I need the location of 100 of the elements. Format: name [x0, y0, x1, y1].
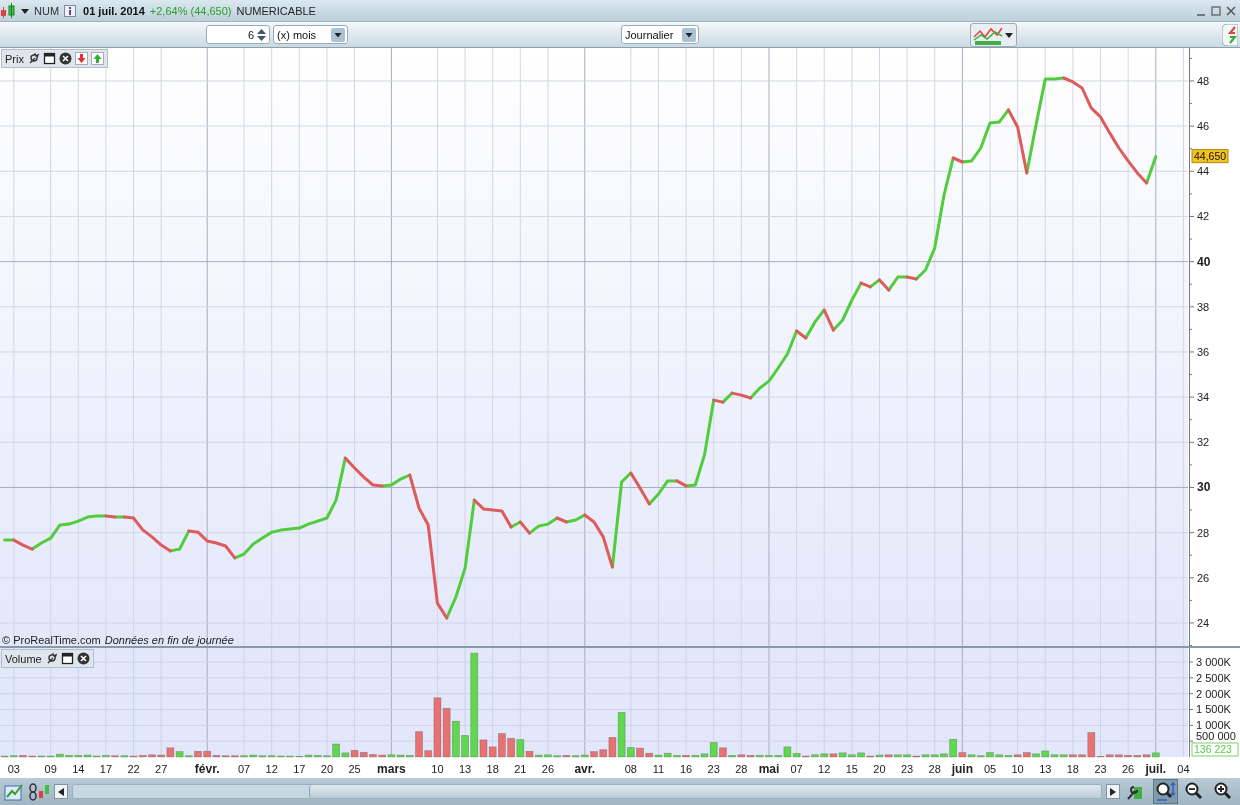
axis-label: mars [377, 762, 406, 776]
axis-label: 38 [1197, 300, 1210, 313]
axis-label: 46 [1197, 120, 1210, 133]
axis-label: 13 [1039, 763, 1052, 775]
close-icon[interactable] [1226, 5, 1236, 16]
timeframe-dropdown[interactable]: Journalier [621, 25, 699, 44]
axis-label: 23 [707, 763, 720, 775]
axis-label: 32 [1197, 436, 1210, 449]
symbol-label: NUM [34, 4, 60, 17]
axis-label: 09 [44, 763, 57, 775]
axis-label: 48 [1197, 74, 1210, 87]
axis-label: 16 [679, 763, 693, 775]
axis-label: 42 [1197, 210, 1210, 223]
axis-label: 36 [1197, 345, 1210, 358]
period-field[interactable]: 6 [206, 25, 270, 44]
axis-label: 1 500K [1196, 703, 1231, 716]
axis-label: 17 [99, 763, 113, 775]
side-panel-icon[interactable] [1222, 23, 1238, 46]
axis-label: 500 000 [1196, 730, 1236, 743]
data-note: Données en fin de journée [104, 634, 234, 646]
axis-label: 17 [293, 763, 306, 775]
info-icon[interactable] [64, 4, 77, 17]
change-label: +2,64% (44,650) [149, 4, 232, 17]
axis-label: 03 [7, 763, 20, 775]
unit-dropdown[interactable]: (x) mois [273, 25, 348, 44]
axis-label: 26 [1197, 571, 1210, 584]
zoom-fit-button[interactable] [1153, 779, 1178, 804]
left-arrow-icon [58, 787, 64, 796]
axis-label: 30 [1197, 480, 1211, 495]
axis-label: 18 [486, 763, 499, 775]
axis-label: 12 [818, 763, 831, 775]
axis-label: 05 [983, 763, 997, 775]
axis-label: mai [758, 762, 780, 776]
axis-label: juil. [1145, 762, 1167, 776]
indicator-button[interactable] [970, 22, 1017, 47]
axis-label: 28 [928, 763, 941, 775]
last-price-badge: 44,650 [1191, 149, 1229, 164]
axis-label: 12 [265, 763, 278, 775]
axis-label: 08 [624, 763, 637, 775]
panel-title: Volume [5, 652, 42, 665]
axis-label: avr. [574, 762, 596, 776]
axis-label: févr. [194, 762, 220, 776]
axis-label: 07 [237, 763, 251, 775]
axis-label: 15 [845, 763, 858, 775]
axis-label: 26 [541, 763, 555, 775]
panel-title: Prix [5, 52, 24, 65]
axis-label: 26 [1122, 763, 1135, 775]
zoom-out-icon [1184, 781, 1205, 802]
axis-label: 27 [155, 763, 168, 775]
axis-label: 07 [790, 763, 803, 775]
close-icon[interactable] [58, 52, 72, 65]
instrument-name: NUMERICABLE [236, 4, 316, 17]
axis-label: 14 [72, 763, 85, 775]
axis-label: 28 [735, 763, 748, 775]
last-volume-badge: 136 223 [1191, 742, 1239, 757]
axis-label: 40 [1197, 254, 1211, 269]
axis-label: 25 [348, 763, 361, 775]
axis-label: 22 [127, 763, 140, 775]
scrollbar-thumb[interactable] [309, 785, 1101, 798]
volume-bar [442, 707, 451, 758]
axis-label: 11 [652, 763, 665, 775]
maximize-icon[interactable] [1211, 5, 1221, 16]
axis-label: 20 [320, 763, 334, 775]
axis-label: 28 [1197, 526, 1210, 539]
scrollbar-track[interactable] [72, 784, 1102, 799]
spinner-icon[interactable] [256, 26, 267, 43]
window-icon[interactable] [60, 652, 74, 665]
axis-label: 34 [1197, 391, 1210, 404]
caret-icon[interactable] [331, 27, 345, 42]
axis-label: juin [951, 762, 974, 776]
zoom-fit-icon [1155, 781, 1176, 802]
axis-label: 23 [901, 763, 914, 775]
scroll-right-button[interactable] [1106, 784, 1120, 799]
caret-icon[interactable] [1005, 30, 1013, 39]
caret-icon[interactable] [682, 27, 696, 42]
axis-label: 20 [873, 763, 886, 775]
candlestick-icon[interactable] [0, 2, 16, 19]
axis-label: 2 500K [1196, 671, 1231, 684]
axis-label: 3 000K [1196, 656, 1231, 668]
move-down-icon[interactable] [74, 52, 88, 65]
axis-label: 18 [1066, 763, 1079, 775]
window-icon[interactable] [42, 52, 56, 65]
axis-label: 04 [1177, 763, 1190, 775]
date-label: 01 juil. 2014 [83, 4, 145, 17]
axis-label: 24 [1197, 616, 1210, 629]
axis-label: 10 [1011, 763, 1024, 775]
axis-label: 23 [1094, 763, 1107, 775]
axis-label: 44 [1197, 165, 1210, 178]
axis-label: 1 000K [1196, 719, 1231, 732]
caret-icon[interactable] [21, 6, 29, 15]
move-up-icon[interactable] [90, 52, 104, 65]
scroll-left-button[interactable] [54, 784, 68, 799]
zoom-in-icon [1213, 781, 1234, 802]
right-arrow-icon [1110, 787, 1116, 796]
link-candle-icon[interactable] [28, 781, 50, 802]
close-icon[interactable] [76, 652, 90, 665]
axis-label: 2 000K [1196, 687, 1231, 700]
axis-label: 10 [431, 763, 444, 775]
copyright-text: © ProRealTime.com [2, 634, 101, 646]
axis-label: 21 [514, 763, 527, 775]
